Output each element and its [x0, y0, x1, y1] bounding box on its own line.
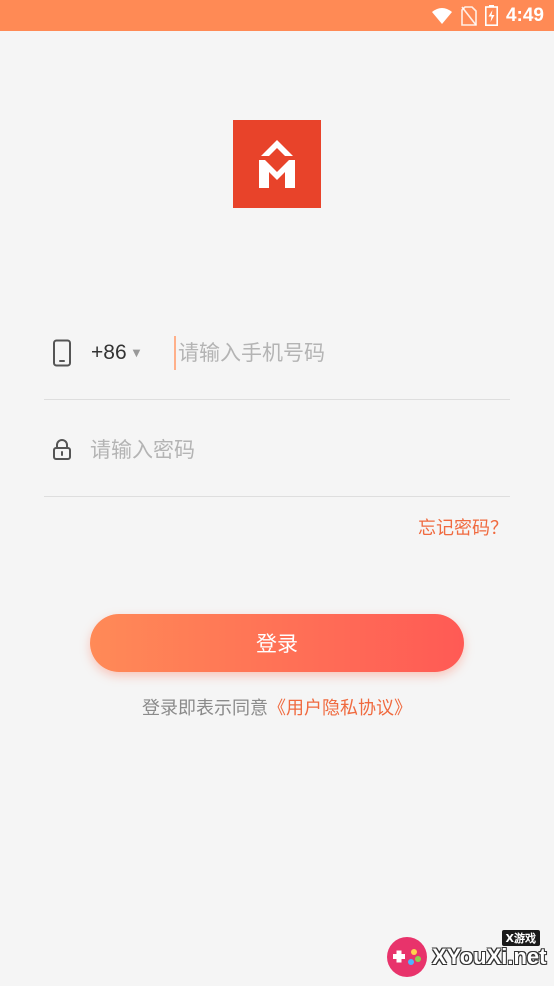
- no-sim-icon: [461, 5, 477, 26]
- login-button[interactable]: 登录: [90, 614, 464, 672]
- watermark-text: XYouXi.net: [432, 944, 547, 969]
- gamepad-logo-icon: [384, 934, 430, 984]
- phone-row: +86 ▼: [44, 318, 510, 400]
- phone-input[interactable]: [174, 336, 494, 370]
- phone-icon: [52, 339, 72, 371]
- wifi-icon: [431, 7, 453, 25]
- password-row: [44, 400, 510, 497]
- agreement-text: 登录即表示同意《用户隐私协议》: [0, 694, 554, 720]
- clock: 4:49: [505, 4, 544, 26]
- country-code-selector[interactable]: +86 ▼: [91, 340, 140, 366]
- login-screen: 4:49 +86 ▼ 忘: [0, 0, 554, 986]
- lock-icon: [52, 438, 72, 464]
- battery-charging-icon: [484, 5, 498, 26]
- forgot-password-link[interactable]: 忘记密码？: [418, 514, 508, 540]
- password-input[interactable]: [90, 433, 490, 467]
- app-logo: [233, 120, 321, 208]
- country-code: +86: [91, 341, 127, 364]
- caret-down-icon: ▼: [132, 347, 141, 359]
- house-logo-icon: [259, 140, 295, 188]
- agreement-prefix: 登录即表示同意: [142, 698, 268, 719]
- privacy-agreement-link[interactable]: 《用户隐私协议》: [268, 698, 412, 719]
- watermark: X游戏 XYouXi.net: [382, 928, 552, 984]
- status-bar: 4:49: [0, 0, 554, 31]
